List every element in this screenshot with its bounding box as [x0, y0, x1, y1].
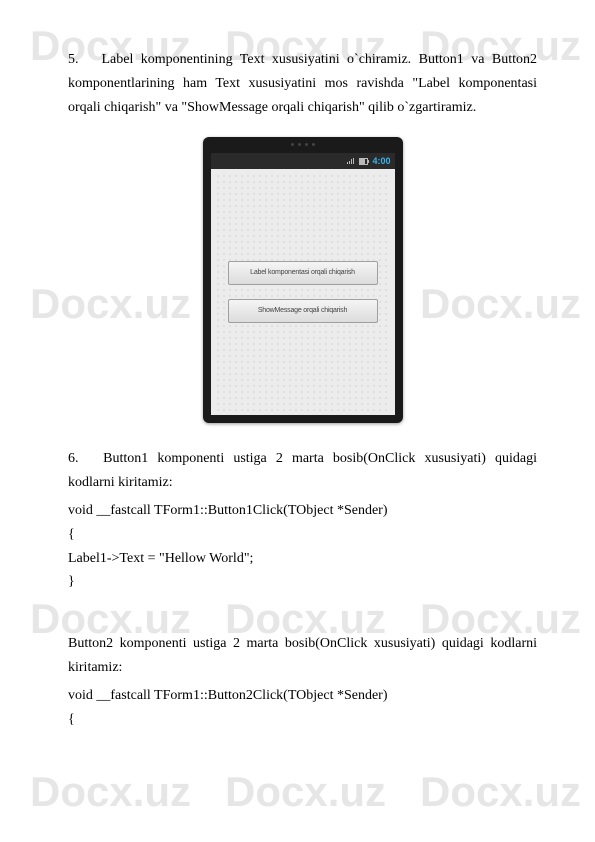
code-line: void __fastcall TForm1::Button2Click(TOb…	[68, 684, 537, 708]
status-time: 4:00	[372, 154, 390, 169]
section-5-text: Label komponentining Text xususiyatini o…	[68, 52, 537, 115]
code-line: {	[68, 708, 537, 732]
button2-text: Button2 komponenti ustiga 2 marta bosib(…	[68, 636, 537, 675]
battery-icon	[359, 158, 368, 165]
watermark: Docx.uz	[420, 768, 581, 816]
code-line: Label1->Text = "Hellow World";	[68, 547, 537, 571]
button2-paragraph: Button2 komponenti ustiga 2 marta bosib(…	[68, 632, 537, 680]
section-5-paragraph: 5. Label komponentining Text xususiyatin…	[68, 48, 537, 119]
list-number-6: 6.	[68, 447, 94, 471]
app-area: Label komponentasi orqali chiqarish Show…	[211, 169, 395, 415]
signal-icon	[347, 158, 355, 164]
button1-mockup[interactable]: Label komponentasi orqali chiqarish	[228, 261, 378, 285]
watermark: Docx.uz	[30, 768, 191, 816]
list-number-5: 5.	[68, 48, 94, 72]
phone-screen: 4:00 Label komponentasi orqali chiqarish…	[211, 153, 395, 415]
code-line: {	[68, 523, 537, 547]
status-bar: 4:00	[211, 153, 395, 169]
page-content: 5. Label komponentining Text xususiyatin…	[0, 0, 595, 771]
watermark: Docx.uz	[225, 768, 386, 816]
section-6-paragraph: 6. Button1 komponenti ustiga 2 marta bos…	[68, 447, 537, 495]
code-block-2: void __fastcall TForm1::Button2Click(TOb…	[68, 684, 537, 732]
phone-speaker-dots	[291, 143, 315, 146]
mockup-container: 4:00 Label komponentasi orqali chiqarish…	[68, 137, 537, 423]
phone-frame: 4:00 Label komponentasi orqali chiqarish…	[203, 137, 403, 423]
code-block-1: void __fastcall TForm1::Button1Click(TOb…	[68, 499, 537, 594]
button2-mockup[interactable]: ShowMessage orqali chiqarish	[228, 299, 378, 323]
code-line: }	[68, 570, 537, 594]
designer-grid	[215, 173, 391, 411]
code-line: void __fastcall TForm1::Button1Click(TOb…	[68, 499, 537, 523]
section-6-text: Button1 komponenti ustiga 2 marta bosib(…	[68, 451, 537, 490]
